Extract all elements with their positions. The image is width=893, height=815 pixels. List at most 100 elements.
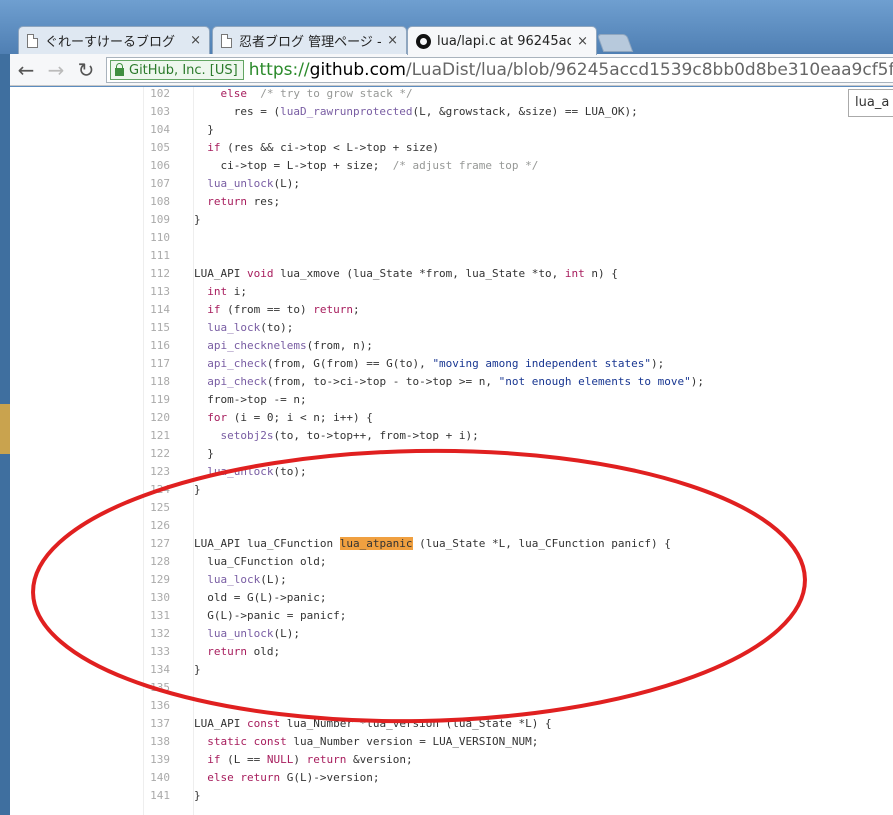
line-number[interactable]: 116 — [10, 337, 183, 355]
line-source: int i; — [207, 285, 247, 298]
code-line: 123 lua_unlock(to); — [10, 463, 893, 481]
url-scheme: https:// — [248, 60, 310, 80]
line-number[interactable]: 140 — [10, 769, 183, 787]
reload-button[interactable]: ↻ — [72, 56, 100, 84]
line-number[interactable]: 117 — [10, 355, 183, 373]
code-line: 113 int i; — [10, 283, 893, 301]
code-line: 104 } — [10, 121, 893, 139]
close-icon[interactable]: × — [387, 33, 398, 48]
code-line: 127 LUA_API lua_CFunction lua_atpanic (lu… — [10, 535, 893, 553]
line-number[interactable]: 131 — [10, 607, 183, 625]
line-number[interactable]: 106 — [10, 157, 183, 175]
line-source — [183, 697, 194, 715]
line-number[interactable]: 128 — [10, 553, 183, 571]
find-input[interactable]: lua_a — [848, 89, 893, 117]
code-line: 120 for (i = 0; i < n; i++) { — [10, 409, 893, 427]
code-line: 125 — [10, 499, 893, 517]
code-line: 140 else return G(L)->version; — [10, 769, 893, 787]
line-number[interactable]: 136 — [10, 697, 183, 715]
code-line: 117 api_check(from, G(from) == G(to), "m… — [10, 355, 893, 373]
line-number[interactable]: 138 — [10, 733, 183, 751]
line-number[interactable]: 109 — [10, 211, 183, 229]
line-source: LUA_API void lua_xmove (lua_State *from,… — [194, 267, 618, 280]
tab-label: 忍者ブログ 管理ページ - — [239, 35, 382, 50]
line-number[interactable]: 113 — [10, 283, 183, 301]
line-source: LUA_API lua_CFunction lua_atpanic (lua_S… — [194, 537, 671, 550]
line-number[interactable]: 123 — [10, 463, 183, 481]
code-line: 106 ci->top = L->top + size; /* adjust f… — [10, 157, 893, 175]
line-source: G(L)->panic = panicf; — [194, 609, 347, 622]
code-line: 116 api_checknelems(from, n); — [10, 337, 893, 355]
new-tab-button[interactable] — [596, 34, 634, 52]
line-source: lua_unlock(L); — [207, 627, 300, 640]
page-icon — [221, 33, 232, 48]
back-button[interactable]: ← — [12, 56, 40, 84]
line-source: setobj2s(to, to->top++, from->top + i); — [220, 429, 479, 442]
line-number[interactable]: 108 — [10, 193, 183, 211]
tab-ninja-blog-admin[interactable]: 忍者ブログ 管理ページ - × — [212, 26, 407, 54]
code-line: 126 — [10, 517, 893, 535]
close-icon[interactable]: × — [577, 34, 588, 49]
line-number[interactable]: 125 — [10, 499, 183, 517]
line-number[interactable]: 122 — [10, 445, 183, 463]
line-number[interactable]: 135 — [10, 679, 183, 697]
code-line: 105 if (res && ci->top < L->top + size) — [10, 139, 893, 157]
line-number[interactable]: 107 — [10, 175, 183, 193]
line-number[interactable]: 112 — [10, 265, 183, 283]
line-source: lua_CFunction old; — [194, 555, 327, 568]
line-source: } — [194, 447, 214, 460]
tab-label: ぐれーすけーるブログ — [45, 35, 176, 50]
line-number[interactable]: 139 — [10, 751, 183, 769]
code-line: 118 api_check(from, to->ci->top - to->to… — [10, 373, 893, 391]
line-number[interactable]: 104 — [10, 121, 183, 139]
code-line: 137 LUA_API const lua_Number *lua_version… — [10, 715, 893, 733]
code-line: 138 static const lua_Number version = LU… — [10, 733, 893, 751]
code-line: 130 old = G(L)->panic; — [10, 589, 893, 607]
line-number[interactable]: 126 — [10, 517, 183, 535]
line-source: if (from == to) return; — [207, 303, 360, 316]
line-number[interactable]: 115 — [10, 319, 183, 337]
line-number[interactable]: 141 — [10, 787, 183, 805]
line-source: lua_lock(to); — [207, 321, 294, 334]
forward-button[interactable]: → — [42, 56, 70, 84]
line-source: else return G(L)->version; — [207, 771, 380, 784]
page-content: 102 else /* try to grow stack */103 res … — [10, 87, 893, 815]
line-number[interactable]: 134 — [10, 661, 183, 679]
line-number[interactable]: 118 — [10, 373, 183, 391]
line-number[interactable]: 129 — [10, 571, 183, 589]
line-number[interactable]: 114 — [10, 301, 183, 319]
code-line: 136 — [10, 697, 893, 715]
tab-grayscale-blog[interactable]: ぐれーすけーるブログ × — [18, 26, 210, 54]
line-number[interactable]: 102 — [10, 87, 183, 103]
line-number[interactable]: 124 — [10, 481, 183, 499]
line-number[interactable]: 121 — [10, 427, 183, 445]
code-line: 122 } — [10, 445, 893, 463]
line-number[interactable]: 105 — [10, 139, 183, 157]
browser-toolbar: ← → ↻ GitHub, Inc. [US] https://github.c… — [10, 54, 893, 86]
line-source: LUA_API const lua_Number *lua_version (l… — [194, 717, 552, 730]
lock-icon — [115, 63, 124, 76]
back-arrow-icon: ← — [17, 57, 35, 82]
page-icon — [27, 33, 38, 48]
url-path: /LuaDist/lua/blob/96245accd1539c8bb0d8be… — [405, 60, 893, 80]
line-number[interactable]: 110 — [10, 229, 183, 247]
line-number[interactable]: 130 — [10, 589, 183, 607]
ev-certificate-badge[interactable]: GitHub, Inc. [US] — [110, 60, 244, 80]
line-number[interactable]: 119 — [10, 391, 183, 409]
line-number[interactable]: 111 — [10, 247, 183, 265]
tab-lapi-github[interactable]: lua/lapi.c at 96245accd × — [407, 26, 597, 55]
line-number[interactable]: 127 — [10, 535, 183, 553]
line-source: } — [194, 663, 201, 676]
line-number[interactable]: 132 — [10, 625, 183, 643]
close-icon[interactable]: × — [190, 33, 201, 48]
line-number[interactable]: 137 — [10, 715, 183, 733]
url-host: github.com — [309, 60, 406, 80]
line-source: } — [194, 213, 201, 226]
line-source: from->top -= n; — [194, 393, 307, 406]
line-number[interactable]: 133 — [10, 643, 183, 661]
address-bar[interactable]: GitHub, Inc. [US] https://github.com/Lua… — [106, 57, 893, 83]
line-number[interactable]: 103 — [10, 103, 183, 121]
line-source: else /* try to grow stack */ — [220, 87, 413, 100]
line-source — [183, 679, 194, 697]
line-number[interactable]: 120 — [10, 409, 183, 427]
